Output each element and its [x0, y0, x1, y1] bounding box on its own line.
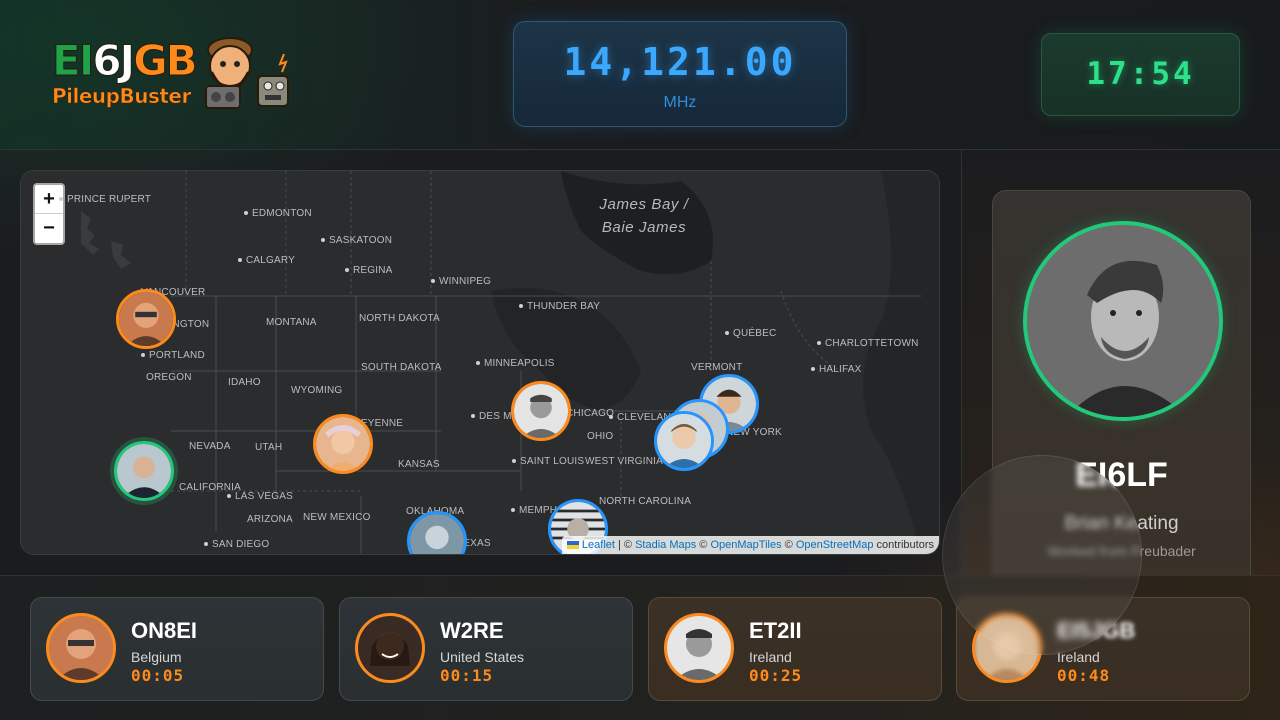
map-label-james-bay: James Bay / Baie James [599, 196, 689, 236]
map-label-montana: MONTANA [266, 317, 317, 328]
map-marker-station[interactable] [313, 414, 373, 474]
queue-country: Ireland [749, 649, 792, 665]
station-avatar-icon [514, 384, 568, 438]
map-label-minneapolis: MINNEAPOLIS [476, 358, 555, 369]
queue-wait-time: 00:48 [1057, 666, 1111, 685]
queue-avatar [355, 613, 425, 683]
logo-callsign-part2: 6J [92, 36, 136, 86]
logo-callsign-part3: GB [133, 36, 198, 86]
station-avatar-icon [119, 292, 173, 346]
queue-card[interactable]: ON8EI Belgium 00:05 [30, 597, 324, 701]
map-label-vermont: VERMONT [691, 362, 743, 373]
map-label-halifax: HALIFAX [811, 364, 862, 375]
map-label-las-vegas: LAS VEGAS [227, 491, 293, 502]
queue-country: Belgium [131, 649, 182, 665]
map-marker-station[interactable] [654, 411, 714, 471]
frequency-unit: MHz [663, 94, 697, 111]
logo-subtitle: PileupBuster [52, 84, 192, 109]
attribution-separator: © [781, 539, 796, 551]
map-label-winnipeg: WINNIPEG [431, 276, 491, 287]
app-root: EI6JGB PileupBuster 14,121.00 MHz 17:54 [0, 0, 1280, 720]
clock-time: 17:54 [1086, 56, 1195, 92]
map-label-calgary: CALGARY [238, 255, 295, 266]
map-marker-station[interactable] [116, 289, 176, 349]
map-attribution: Leaflet | © Stadia Maps © OpenMapTiles ©… [561, 536, 939, 554]
map-label-arizona: ARIZONA [247, 514, 293, 525]
queue-wait-time: 00:25 [749, 666, 803, 685]
map-label-wyoming: WYOMING [291, 385, 343, 396]
queue-card[interactable]: W2RE United States 00:15 [339, 597, 633, 701]
map-label-new-mexico: NEW MEXICO [303, 512, 371, 523]
header: EI6JGB PileupBuster 14,121.00 MHz 17:54 [0, 0, 1280, 150]
map-label-kansas: KANSAS [398, 459, 440, 470]
map-label-north-dakota: NORTH DAKOTA [359, 313, 440, 324]
map-label-portland: PORTLAND [141, 350, 205, 361]
logo-callsign: EI6JGB [51, 36, 198, 86]
openstreetmap-link[interactable]: OpenStreetMap [796, 539, 874, 551]
map-label-west-virginia: WEST VIRGINIA [585, 456, 663, 467]
frequency-display: 14,121.00 MHz [513, 21, 847, 127]
active-station-photo [1023, 221, 1223, 421]
queue-callsign: W2RE [440, 618, 504, 643]
queue-wait-time: 00:05 [131, 666, 185, 685]
openmaptiles-link[interactable]: OpenMapTiles [710, 539, 781, 551]
map-label-charlottetown: CHARLOTTETOWN [817, 338, 919, 349]
map-label-oregon: OREGON [146, 372, 192, 383]
ukraine-flag-icon [566, 541, 579, 550]
zoom-out-button[interactable]: − [35, 214, 63, 243]
logo: EI6JGB PileupBuster [50, 28, 300, 120]
station-avatar-icon [410, 514, 464, 554]
map-label-edmonton: EDMONTON [244, 208, 312, 219]
queue-avatar [46, 613, 116, 683]
attribution-suffix: contributors [873, 539, 934, 551]
frequency-value: 14,121.00 [563, 40, 797, 84]
station-avatar-icon [117, 444, 171, 498]
world-map[interactable]: + − James Bay / Baie James PRINCE RUPERT… [20, 170, 940, 555]
station-avatar-icon [316, 417, 370, 471]
station-avatar-icon [657, 414, 711, 468]
map-label-utah: UTAH [255, 442, 283, 453]
leaflet-link[interactable]: Leaflet [582, 539, 615, 551]
logo-callsign-part1: EI [51, 36, 94, 86]
map-label-nevada: NEVADA [189, 441, 231, 452]
portrait-avatar-icon [1027, 225, 1219, 417]
queue-wait-time: 00:15 [440, 666, 494, 685]
map-marker-active-station[interactable] [114, 441, 174, 501]
map-label-idaho: IDAHO [228, 377, 261, 388]
mascot-icon [205, 37, 289, 109]
cursor-lens-overlay [942, 455, 1142, 655]
map-label-thunder-bay: THUNDER BAY [519, 301, 600, 312]
zoom-control: + − [33, 183, 65, 245]
queue-card[interactable]: ET2II Ireland 00:25 [648, 597, 942, 701]
map-label-san-diego: SAN DIEGO [204, 539, 269, 550]
station-avatar-icon [358, 616, 422, 680]
map-label-saskatoon: SASKATOON [321, 235, 392, 246]
map-label-north-carolina: NORTH CAROLINA [599, 496, 692, 507]
station-avatar-icon [49, 616, 113, 680]
map-label-south-dakota: SOUTH DAKOTA [361, 362, 442, 373]
map-label-regina: REGINA [345, 265, 393, 276]
queue-callsign: ON8EI [131, 618, 198, 643]
map-label-saint-louis: SAINT LOUIS [512, 456, 584, 467]
map-label-chicago: CHICAGO [566, 408, 615, 419]
stadia-link[interactable]: Stadia Maps [635, 539, 696, 551]
queue-avatar [664, 613, 734, 683]
queue-country: United States [440, 649, 525, 665]
map-label-ohio: OHIO [587, 431, 614, 442]
utc-clock: 17:54 [1041, 33, 1240, 116]
map-label-quebec: QUÉBEC [725, 328, 776, 339]
map-marker-station[interactable] [511, 381, 571, 441]
map-label-prince-rupert: PRINCE RUPERT [59, 194, 151, 205]
station-avatar-icon [667, 616, 731, 680]
attribution-separator: © [696, 539, 711, 551]
queue-callsign: ET2II [749, 618, 802, 643]
attribution-separator: | © [614, 539, 636, 551]
